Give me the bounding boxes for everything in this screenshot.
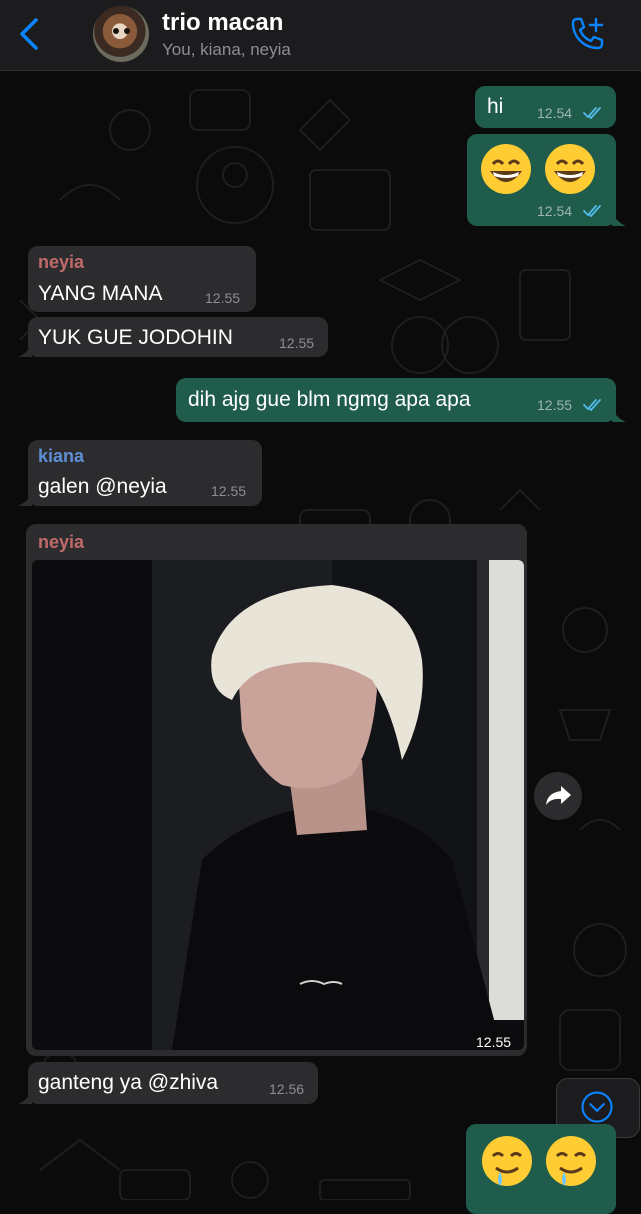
sender-name[interactable]: neyia — [38, 252, 84, 273]
message-time: 12.55 — [537, 397, 573, 413]
message-time: 12.55 — [279, 335, 315, 351]
message-text: dih ajg gue blm ngmg apa apa — [188, 388, 471, 411]
chat-header: trio macan You, kiana, neyia — [0, 0, 641, 71]
grinning-face-emoji — [481, 144, 531, 194]
message-time: 12.56 — [269, 1081, 305, 1097]
add-call-icon[interactable] — [566, 14, 606, 54]
read-ticks-icon — [583, 399, 601, 411]
message-time: 12.55 — [211, 483, 247, 499]
drooling-face-emoji — [546, 1136, 596, 1186]
incoming-photo-message[interactable]: neyia 12.55 — [26, 524, 527, 1056]
drooling-face-emoji — [482, 1136, 532, 1186]
message-time: 12.54 — [537, 105, 573, 121]
message-time: 12.54 — [537, 203, 573, 219]
message-text: hi — [487, 95, 504, 118]
outgoing-message[interactable]: dih ajg gue blm ngmg apa apa 12.55 — [176, 378, 626, 422]
incoming-message[interactable]: kiana galen @neyia 12.55 — [18, 440, 262, 506]
forward-share-icon — [546, 786, 571, 805]
group-avatar[interactable] — [93, 6, 149, 62]
outgoing-message[interactable] — [466, 1124, 616, 1214]
message-text: YANG MANA — [38, 282, 163, 305]
chat-title[interactable]: trio macan — [162, 9, 283, 37]
sender-name[interactable]: neyia — [38, 532, 84, 553]
incoming-message[interactable]: YUK GUE JODOHIN 12.55 — [18, 317, 328, 357]
incoming-message[interactable]: neyia YANG MANA 12.55 — [28, 246, 256, 312]
sender-name[interactable]: kiana — [38, 446, 84, 467]
shared-photo[interactable]: 12.55 — [32, 560, 524, 1050]
message-time: 12.55 — [205, 290, 241, 306]
message-text: ganteng ya @zhiva — [38, 1071, 219, 1094]
chevron-left-icon[interactable] — [14, 16, 44, 52]
message-text: galen @neyia — [38, 475, 167, 498]
photo-time: 12.55 — [476, 1034, 512, 1050]
message-text: YUK GUE JODOHIN — [38, 326, 233, 349]
outgoing-message[interactable]: 12.54 — [467, 134, 626, 226]
read-ticks-icon — [583, 205, 601, 217]
chat-participants[interactable]: You, kiana, neyia — [162, 40, 291, 60]
outgoing-message[interactable]: hi 12.54 — [475, 86, 616, 128]
read-ticks-icon — [583, 107, 601, 119]
forward-button[interactable] — [534, 772, 582, 820]
grinning-face-emoji — [545, 144, 595, 194]
incoming-message[interactable]: ganteng ya @zhiva 12.56 — [18, 1062, 318, 1104]
